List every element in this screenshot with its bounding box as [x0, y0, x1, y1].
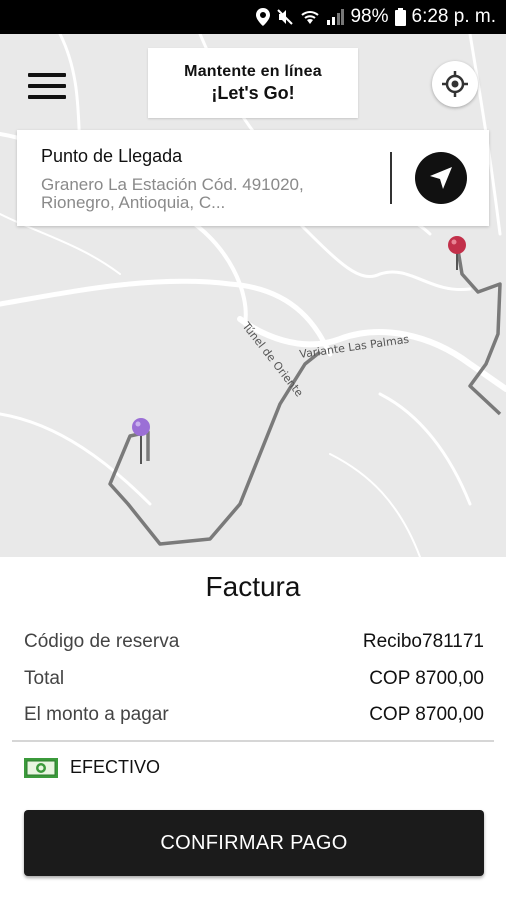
row-label: Código de reserva: [24, 631, 180, 652]
row-value: COP 8700,00: [369, 668, 484, 689]
online-status-card[interactable]: Mantente en línea ¡Let's Go!: [148, 48, 358, 118]
road-label-tunel: Túnel de Oriente: [239, 319, 306, 399]
cash-bill-icon: [24, 757, 58, 778]
destination-card[interactable]: Punto de Llegada Granero La Estación Cód…: [17, 130, 489, 226]
invoice-row: Código de reserva Recibo781171: [24, 631, 484, 653]
invoice-row: Total COP 8700,00: [24, 668, 484, 690]
invoice-title: Factura: [205, 571, 301, 602]
row-value: COP 8700,00: [369, 704, 484, 725]
separator: [12, 740, 494, 742]
battery-percent: 98%: [350, 6, 389, 27]
status-line-1: Mantente en línea: [184, 62, 322, 80]
wifi-icon: [300, 9, 320, 25]
payment-method-label: EFECTIVO: [70, 757, 161, 777]
invoice-row: El monto a pagar COP 8700,00: [24, 704, 484, 726]
row-label: El monto a pagar: [24, 704, 169, 725]
locate-button[interactable]: [432, 61, 478, 107]
destination-address: Granero La Estación Cód. 491020, Rionegr…: [41, 175, 304, 212]
signal-icon: [326, 9, 345, 25]
row-label: Total: [24, 668, 65, 689]
confirm-payment-button[interactable]: CONFIRMAR PAGO: [24, 810, 484, 876]
row-value: Recibo781171: [362, 631, 484, 652]
destination-title: Punto de Llegada: [41, 146, 183, 166]
status-bar: 98% 6:28 p. m.: [0, 0, 506, 34]
invoice-panel: Factura Código de reserva Recibo781171 T…: [0, 557, 506, 900]
mute-icon: [276, 8, 294, 26]
hamburger-menu-icon: [28, 73, 66, 77]
status-line-2: ¡Let's Go!: [211, 82, 295, 103]
battery-icon: [394, 8, 406, 26]
payment-method: EFECTIVO: [24, 757, 160, 778]
divider: [390, 152, 392, 204]
crosshair-locate-icon: [442, 71, 468, 97]
navigation-arrow-icon: [430, 167, 452, 189]
navigate-button[interactable]: [415, 152, 467, 204]
menu-button[interactable]: [28, 66, 76, 106]
clock: 6:28 p. m.: [411, 6, 497, 27]
location-icon: [256, 8, 271, 26]
destination-pin-icon[interactable]: [448, 236, 466, 270]
